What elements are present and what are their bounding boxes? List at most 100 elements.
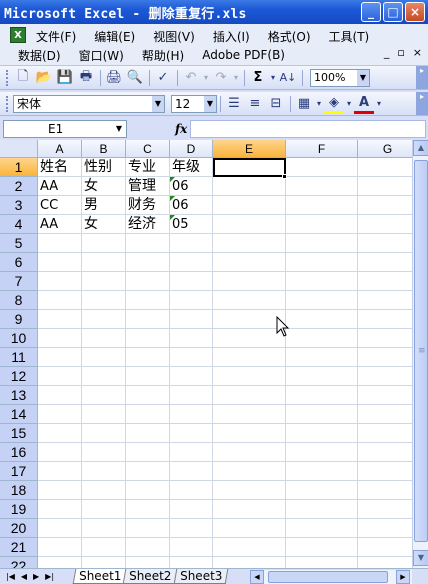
toolbar-grip[interactable] bbox=[6, 69, 9, 86]
row-header-22[interactable]: 22 bbox=[0, 557, 38, 568]
column-header-e[interactable]: E bbox=[213, 140, 286, 158]
row-header-9[interactable]: 9 bbox=[0, 310, 38, 329]
first-sheet-icon[interactable]: |◀ bbox=[6, 572, 15, 581]
formula-input[interactable] bbox=[190, 120, 426, 138]
undo-dropdown-icon[interactable]: ▾ bbox=[202, 68, 210, 88]
menu-help[interactable]: 帮助(H) bbox=[142, 47, 184, 64]
borders-dropdown-icon[interactable]: ▾ bbox=[315, 94, 323, 114]
toolbar-options-icon[interactable]: ▸ bbox=[416, 66, 428, 89]
column-header-f[interactable]: F bbox=[286, 140, 358, 158]
maximize-button[interactable]: □ bbox=[383, 2, 403, 22]
cell-d1[interactable]: 年级 bbox=[170, 158, 213, 177]
chevron-down-icon[interactable]: ▼ bbox=[204, 95, 216, 112]
minimize-button[interactable]: _ bbox=[361, 2, 381, 22]
column-header-a[interactable]: A bbox=[38, 140, 82, 158]
excel-doc-icon[interactable]: X bbox=[10, 27, 26, 43]
row-header-19[interactable]: 19 bbox=[0, 500, 38, 519]
row-header-8[interactable]: 8 bbox=[0, 291, 38, 310]
column-header-b[interactable]: B bbox=[82, 140, 126, 158]
cell-c2[interactable]: 管理 bbox=[126, 177, 170, 196]
menu-tools[interactable]: 工具(T) bbox=[329, 28, 370, 45]
vertical-scroll-thumb[interactable] bbox=[414, 160, 428, 542]
scroll-right-icon[interactable]: ▶ bbox=[396, 570, 410, 584]
row-header-20[interactable]: 20 bbox=[0, 519, 38, 538]
chevron-down-icon[interactable]: ▼ bbox=[357, 69, 369, 86]
redo-dropdown-icon[interactable]: ▾ bbox=[232, 68, 240, 88]
doc-close-icon[interactable]: × bbox=[413, 46, 422, 59]
doc-restore-icon[interactable]: ▫ bbox=[397, 46, 404, 59]
font-size-select[interactable]: 12 ▼ bbox=[171, 94, 217, 113]
menu-window[interactable]: 窗口(W) bbox=[79, 47, 124, 64]
chevron-down-icon[interactable]: ▼ bbox=[152, 95, 164, 112]
font-name-select[interactable]: 宋体 ▼ bbox=[13, 94, 165, 113]
print-preview-icon[interactable]: 🔍 bbox=[125, 68, 145, 88]
row-header-17[interactable]: 17 bbox=[0, 462, 38, 481]
autosum-icon[interactable]: Σ bbox=[248, 68, 268, 88]
prev-sheet-icon[interactable]: ◀ bbox=[21, 572, 27, 581]
menu-file[interactable]: 文件(F) bbox=[36, 28, 76, 45]
cell-d2[interactable]: 06 bbox=[170, 177, 213, 196]
column-header-d[interactable]: D bbox=[170, 140, 213, 158]
menu-edit[interactable]: 编辑(E) bbox=[94, 28, 135, 45]
new-icon[interactable]: 🗋 bbox=[13, 68, 33, 88]
select-all-corner[interactable] bbox=[0, 140, 38, 158]
menu-adobe-pdf[interactable]: Adobe PDF(B) bbox=[202, 48, 285, 62]
row-header-10[interactable]: 10 bbox=[0, 329, 38, 348]
font-color-dropdown-icon[interactable]: ▾ bbox=[375, 94, 383, 114]
row-header-13[interactable]: 13 bbox=[0, 386, 38, 405]
row-header-15[interactable]: 15 bbox=[0, 424, 38, 443]
column-header-g[interactable]: G bbox=[358, 140, 412, 158]
cell-a3[interactable]: CC bbox=[38, 196, 82, 215]
sheet-tab-sheet3[interactable]: Sheet3 bbox=[173, 569, 229, 584]
spelling-icon[interactable]: ✓ bbox=[153, 68, 173, 88]
cell-a1[interactable]: 姓名 bbox=[38, 158, 82, 177]
permission-icon[interactable]: 🖶 bbox=[76, 68, 96, 88]
cell-d4[interactable]: 05 bbox=[170, 215, 213, 234]
menu-format[interactable]: 格式(O) bbox=[268, 28, 311, 45]
cell-d3[interactable]: 06 bbox=[170, 196, 213, 215]
fill-color-dropdown-icon[interactable]: ▾ bbox=[345, 94, 353, 114]
chevron-down-icon[interactable]: ▼ bbox=[112, 121, 126, 137]
save-icon[interactable]: 💾 bbox=[55, 68, 75, 88]
cell-c3[interactable]: 财务 bbox=[126, 196, 170, 215]
align-center-icon[interactable]: ≡ bbox=[245, 94, 265, 114]
row-header-12[interactable]: 12 bbox=[0, 367, 38, 386]
last-sheet-icon[interactable]: ▶| bbox=[45, 572, 54, 581]
insert-function-icon[interactable]: fx bbox=[175, 122, 187, 136]
cell-a2[interactable]: AA bbox=[38, 177, 82, 196]
borders-icon[interactable]: ▦ bbox=[294, 94, 314, 114]
cell-c1[interactable]: 专业 bbox=[126, 158, 170, 177]
menu-view[interactable]: 视图(V) bbox=[153, 28, 195, 45]
sheet-tab-sheet1[interactable]: Sheet1 bbox=[72, 569, 128, 584]
toolbar-options-icon[interactable]: ▸ bbox=[416, 92, 428, 115]
row-header-1[interactable]: 1 bbox=[0, 158, 38, 177]
row-header-21[interactable]: 21 bbox=[0, 538, 38, 557]
doc-minimize-icon[interactable]: _ bbox=[384, 46, 390, 59]
active-cell-e1[interactable] bbox=[213, 158, 286, 177]
toolbar-grip[interactable] bbox=[6, 95, 9, 112]
open-icon[interactable]: 📂 bbox=[34, 68, 54, 88]
row-header-11[interactable]: 11 bbox=[0, 348, 38, 367]
horizontal-scroll-thumb[interactable] bbox=[268, 571, 388, 583]
row-header-14[interactable]: 14 bbox=[0, 405, 38, 424]
cell-c4[interactable]: 经济 bbox=[126, 215, 170, 234]
cell-b4[interactable]: 女 bbox=[82, 215, 126, 234]
menu-insert[interactable]: 插入(I) bbox=[213, 28, 250, 45]
merge-center-icon[interactable]: ⊟ bbox=[266, 94, 286, 114]
horizontal-scrollbar[interactable]: ◀ ▶ bbox=[250, 570, 412, 584]
close-button[interactable]: × bbox=[405, 2, 425, 22]
menu-data[interactable]: 数据(D) bbox=[18, 47, 61, 64]
undo-icon[interactable]: ↶ bbox=[181, 68, 201, 88]
autosum-dropdown-icon[interactable]: ▾ bbox=[269, 68, 277, 88]
scroll-down-icon[interactable]: ▼ bbox=[413, 550, 428, 566]
align-left-icon[interactable]: ☰ bbox=[224, 94, 244, 114]
row-header-5[interactable]: 5 bbox=[0, 234, 38, 253]
worksheet-grid[interactable]: A B C D E F G 1 2 3 4 5 6 7 8 9 10 11 12 13 14 15 16 17 1… bbox=[0, 140, 412, 568]
scroll-left-icon[interactable]: ◀ bbox=[250, 570, 264, 584]
name-box[interactable]: E1 ▼ bbox=[3, 120, 127, 138]
row-header-6[interactable]: 6 bbox=[0, 253, 38, 272]
cell-b1[interactable]: 性别 bbox=[82, 158, 126, 177]
row-header-18[interactable]: 18 bbox=[0, 481, 38, 500]
zoom-select[interactable]: 100% ▼ bbox=[310, 68, 370, 87]
row-header-7[interactable]: 7 bbox=[0, 272, 38, 291]
